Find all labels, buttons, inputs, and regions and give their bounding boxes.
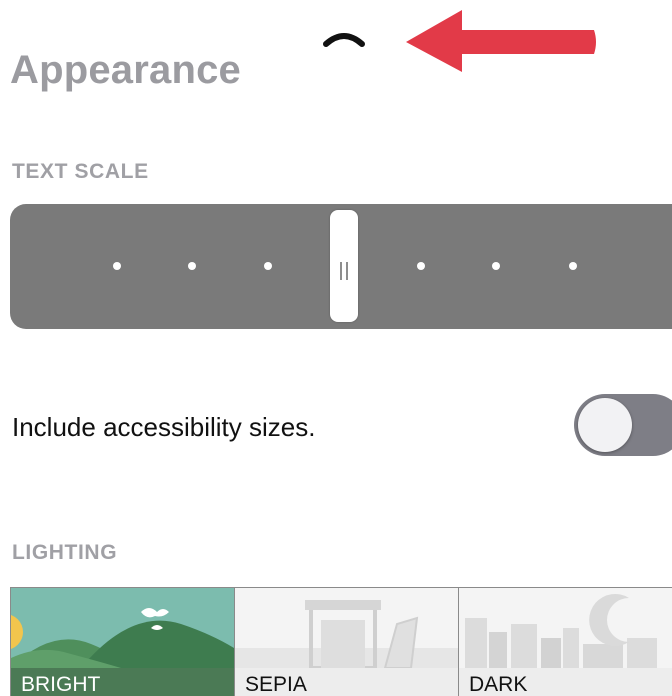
- accessibility-sizes-label: Include accessibility sizes.: [12, 412, 316, 442]
- lighting-selector: BRIGHT SEPIA DARK: [10, 587, 672, 696]
- scale-step-dot[interactable]: [264, 262, 272, 270]
- scale-step-dot[interactable]: [188, 262, 196, 270]
- scale-step-dot[interactable]: [569, 262, 577, 270]
- toggle-knob: [578, 398, 632, 452]
- theme-option-bright[interactable]: BRIGHT: [11, 588, 234, 696]
- accessibility-sizes-toggle[interactable]: [574, 394, 672, 456]
- scale-step-dot[interactable]: [417, 262, 425, 270]
- page-title: Appearance: [10, 48, 241, 92]
- slider-thumb[interactable]: [330, 210, 358, 322]
- drag-handle-icon: [346, 262, 348, 280]
- theme-label: BRIGHT: [11, 668, 234, 696]
- theme-option-dark[interactable]: DARK: [458, 588, 672, 696]
- theme-option-sepia[interactable]: SEPIA: [234, 588, 458, 696]
- lighting-label: LIGHTING: [12, 541, 118, 564]
- scale-step-dot[interactable]: [113, 262, 121, 270]
- text-scale-label: TEXT SCALE: [12, 160, 149, 183]
- chevron-up-icon[interactable]: [320, 24, 368, 56]
- drag-handle-icon: [340, 262, 342, 280]
- theme-label: SEPIA: [235, 668, 458, 696]
- scale-step-dot[interactable]: [492, 262, 500, 270]
- text-scale-slider[interactable]: [10, 204, 672, 329]
- red-arrow-left-icon: [398, 6, 604, 76]
- theme-label: DARK: [459, 668, 672, 696]
- appearance-panel: Appearance TEXT SCALE Include accessibil…: [0, 0, 672, 696]
